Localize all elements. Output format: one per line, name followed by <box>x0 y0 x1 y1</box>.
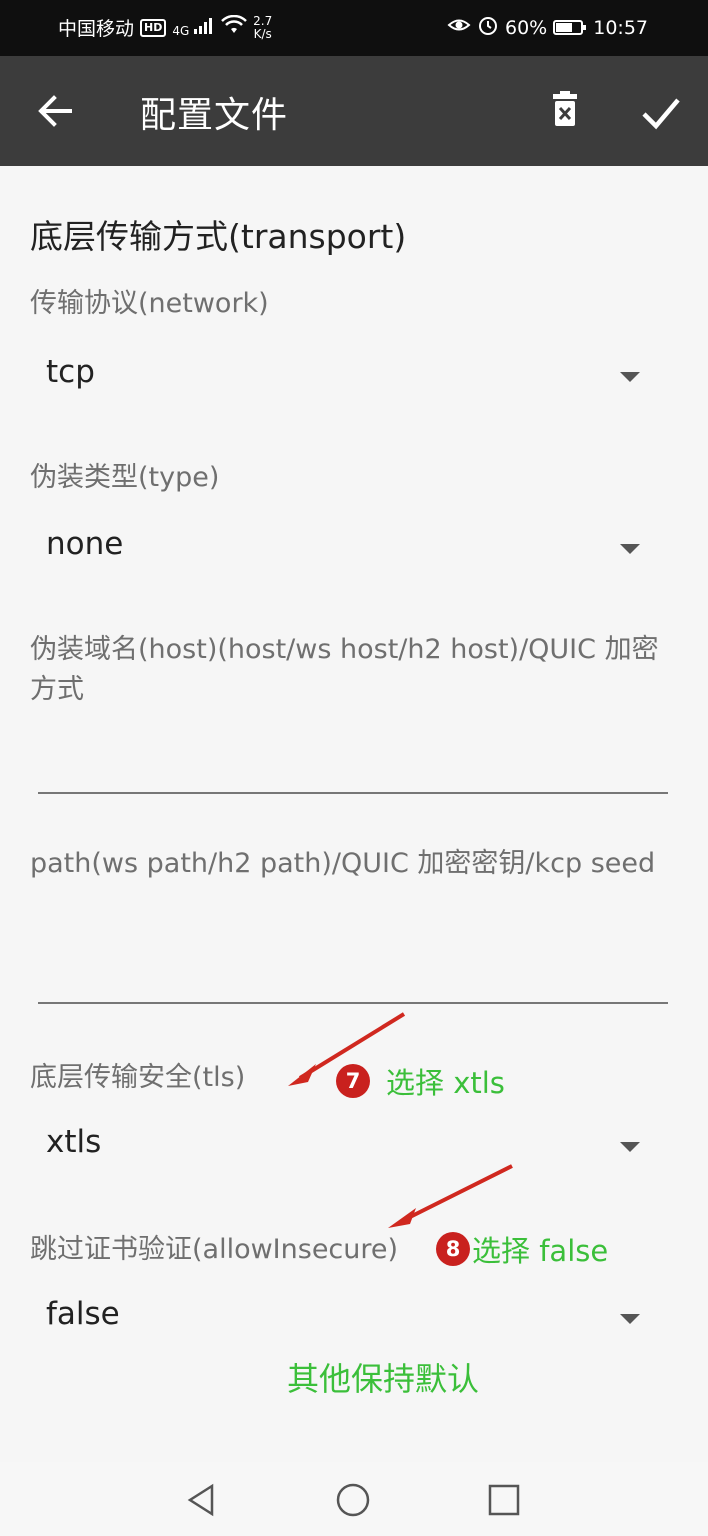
speed-unit: K/s <box>253 26 272 41</box>
allow-insecure-value: false <box>46 1296 120 1332</box>
type-select[interactable]: none <box>30 518 650 578</box>
annotation-badge-7: 7 <box>336 1064 370 1098</box>
nav-recents-button[interactable] <box>484 1480 524 1520</box>
dropdown-arrow-icon <box>620 1142 640 1152</box>
app-bar: 配置文件 <box>0 56 708 166</box>
signal-icon: 4G <box>172 17 215 38</box>
host-input[interactable] <box>38 726 668 790</box>
tls-select[interactable]: xtls <box>30 1116 650 1176</box>
wifi-icon <box>221 14 248 40</box>
network-speed: 2.7 K/s <box>253 13 273 41</box>
host-label: 伪装域名(host)(host/ws host/h2 host)/QUIC 加密… <box>30 634 659 705</box>
hd-icon: HD <box>140 18 167 37</box>
dropdown-arrow-icon <box>620 544 640 554</box>
speed-value: 2.7 <box>253 13 273 28</box>
path-label: path(ws path/h2 path)/QUIC 加密密钥/kcp seed <box>30 848 656 879</box>
type-value: none <box>46 526 124 562</box>
network-type-label: 4G <box>172 24 190 38</box>
navigation-bar <box>0 1462 708 1536</box>
config-form: 底层传输方式(transport) 传输协议(network) tcp 伪装类型… <box>0 166 708 1462</box>
trash-icon <box>553 91 577 126</box>
tls-label: 底层传输安全(tls) <box>30 1062 246 1093</box>
network-label: 传输协议(network) <box>30 288 269 319</box>
battery-icon <box>553 20 587 35</box>
arrow-back-icon <box>38 95 72 127</box>
path-input[interactable] <box>38 938 668 1002</box>
type-label: 伪装类型(type) <box>30 462 220 493</box>
allow-insecure-select[interactable]: false <box>30 1288 650 1348</box>
annotation-badge-8: 8 <box>436 1232 470 1266</box>
alarm-icon <box>477 14 499 41</box>
home-circle-icon <box>336 1483 370 1517</box>
dropdown-arrow-icon <box>620 372 640 382</box>
clock: 10:57 <box>593 16 648 39</box>
carrier-name: 中国移动 <box>58 18 135 40</box>
annotation-text-8: 选择 false <box>472 1234 609 1268</box>
recents-square-icon <box>488 1484 520 1516</box>
network-select[interactable]: tcp <box>30 346 650 406</box>
allow-insecure-label: 跳过证书验证(allowInsecure) <box>30 1234 399 1265</box>
path-input-underline <box>38 1002 668 1004</box>
status-bar: 中国移动 HD 4G 2.7 K/s 60% 10:57 <box>0 0 708 56</box>
back-button[interactable] <box>30 86 80 136</box>
host-input-underline <box>38 792 668 794</box>
battery-percent: 60% <box>505 16 548 39</box>
nav-back-button[interactable] <box>182 1480 222 1520</box>
battery-level <box>556 23 572 32</box>
nav-home-button[interactable] <box>333 1480 373 1520</box>
screen: 中国移动 HD 4G 2.7 K/s 60% 10:57 配置文件 底层传输方式… <box>0 0 708 1536</box>
annotation-note: 其他保持默认 <box>287 1360 480 1398</box>
delete-button[interactable] <box>540 86 590 136</box>
page-title: 配置文件 <box>140 95 289 136</box>
network-value: tcp <box>46 354 95 390</box>
eye-comfort-icon <box>447 16 471 39</box>
save-button[interactable] <box>634 86 688 140</box>
section-title: 底层传输方式(transport) <box>30 217 407 256</box>
back-triangle-icon <box>187 1483 214 1517</box>
check-icon <box>642 98 680 130</box>
tls-value: xtls <box>46 1124 102 1160</box>
dropdown-arrow-icon <box>620 1314 640 1324</box>
annotation-text-7: 选择 xtls <box>386 1066 505 1100</box>
